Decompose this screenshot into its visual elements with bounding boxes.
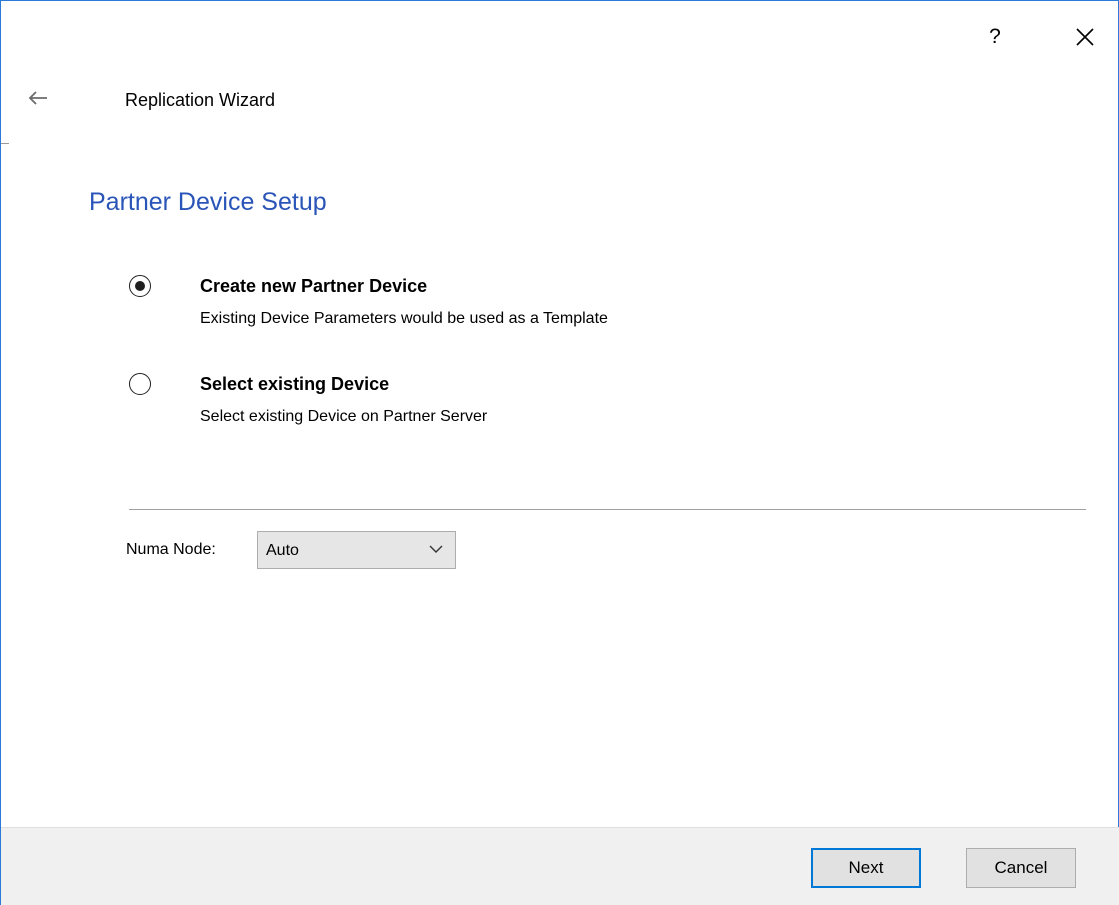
next-button[interactable]: Next [811,848,921,888]
cancel-button[interactable]: Cancel [966,848,1076,888]
option-title: Create new Partner Device [200,276,428,296]
radio-create-new[interactable] [129,275,151,297]
close-button[interactable] [1065,19,1105,55]
divider [129,509,1086,510]
radio-select-existing[interactable] [129,373,151,395]
wizard-title: Replication Wizard [125,90,276,110]
separator-tick [1,143,9,144]
page-title: Partner Device Setup [89,188,327,216]
option-description: Select existing Device on Partner Server [200,408,488,425]
close-icon [1076,28,1094,46]
help-label: ? [989,25,1001,48]
numa-node-value: Auto [266,542,299,559]
option-title: Select existing Device [200,374,390,394]
option-description: Existing Device Parameters would be used… [200,310,608,327]
help-button[interactable]: ? [975,19,1015,55]
option-select-existing-device[interactable]: Select existing Device Select existing D… [129,371,829,431]
numa-node-dropdown[interactable]: Auto [257,531,456,569]
numa-node-label: Numa Node: [126,541,216,558]
radio-selected-dot [134,280,145,291]
arrow-left-icon [28,91,47,105]
option-create-new-partner-device[interactable]: Create new Partner Device Existing Devic… [129,273,829,333]
chevron-down-icon [429,545,443,553]
wizard-window: ? Replication Wizard Partner Device Setu… [0,0,1119,905]
back-button[interactable] [23,83,53,113]
footer-bar [1,827,1119,905]
